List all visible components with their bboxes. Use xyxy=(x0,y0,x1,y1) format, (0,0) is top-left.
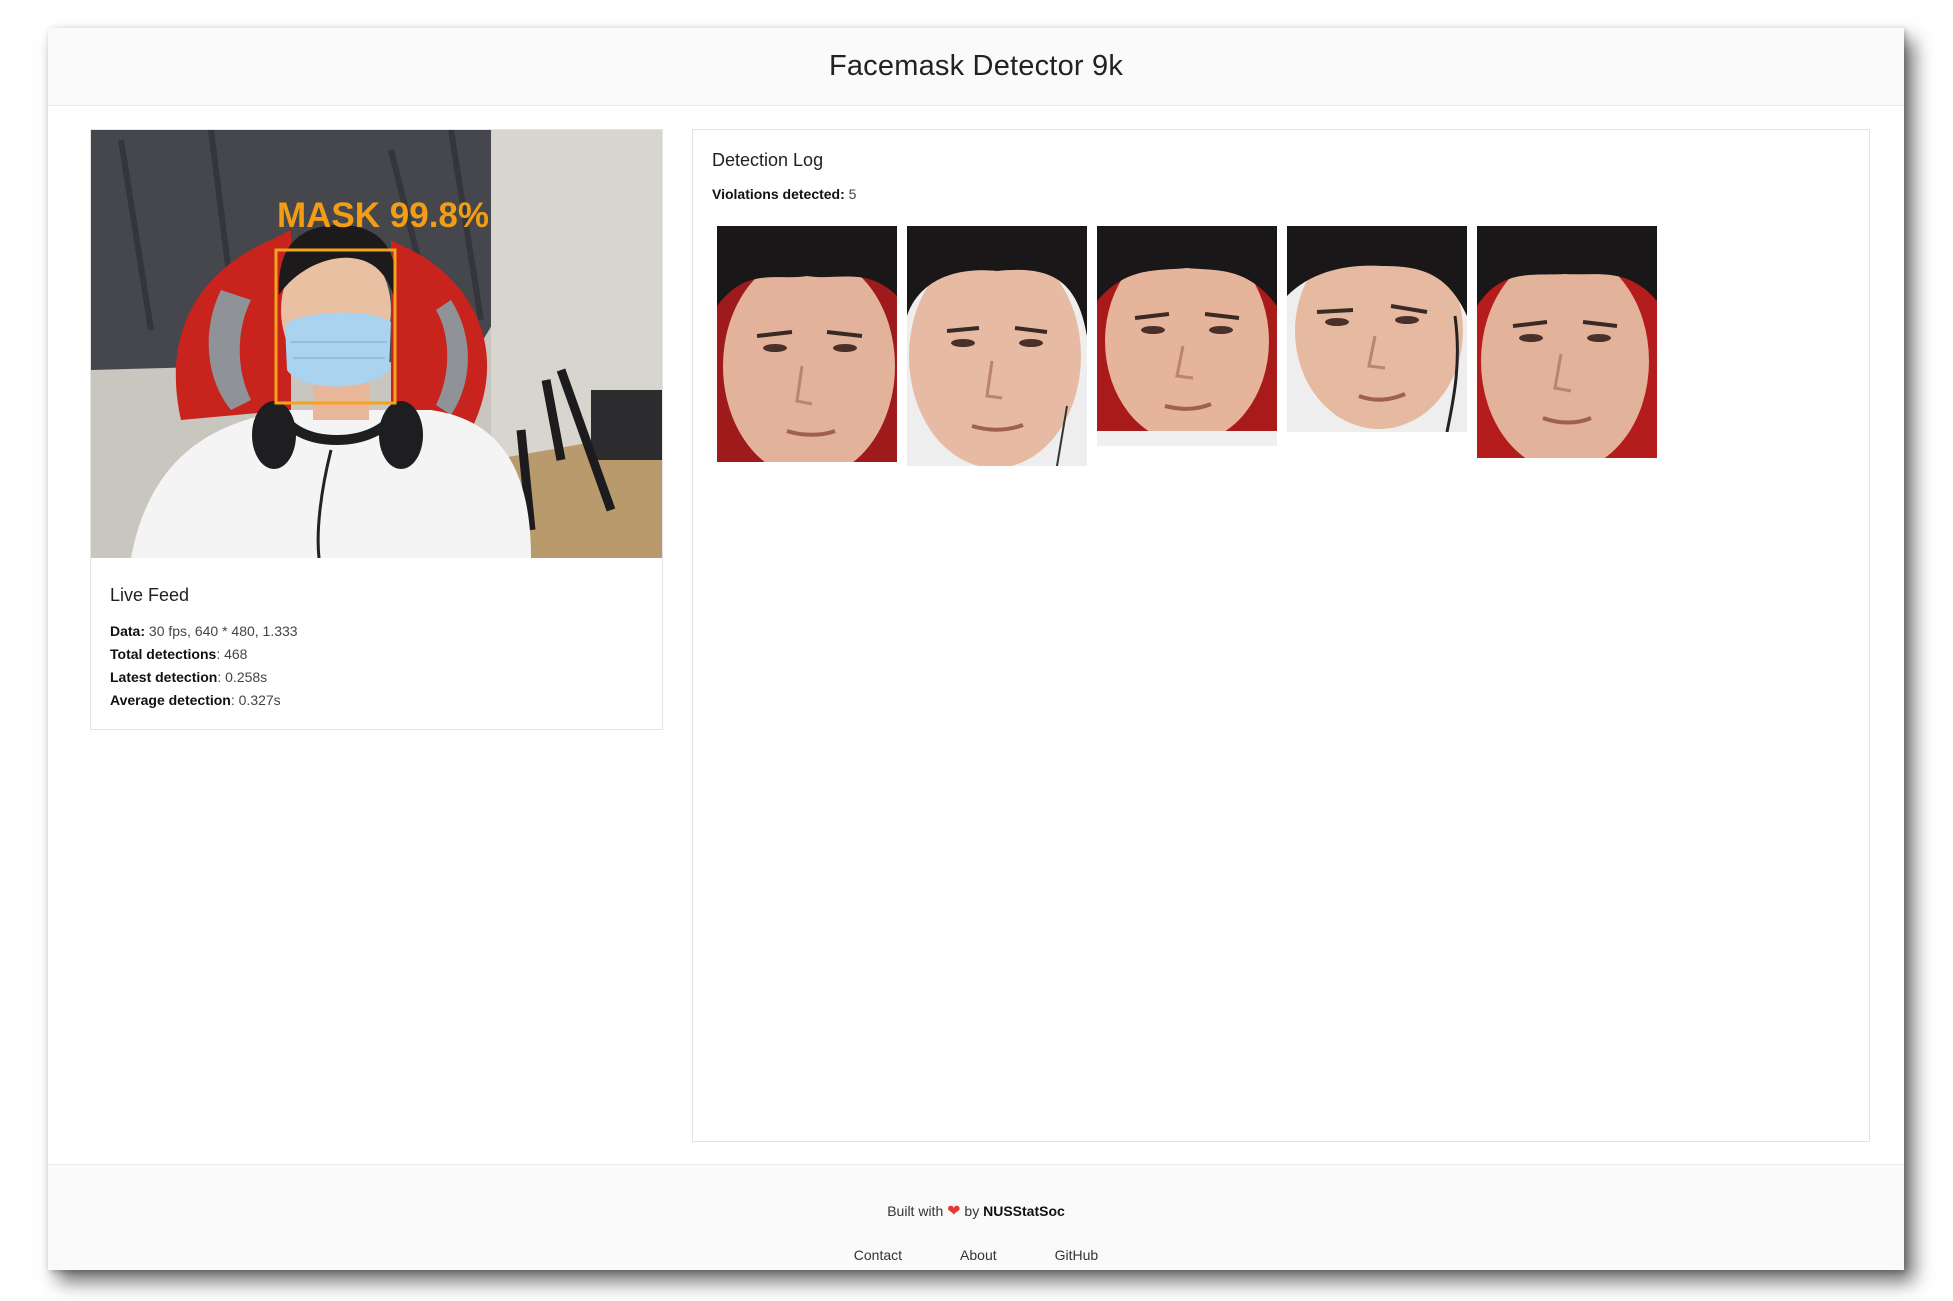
stat-label: Total detections xyxy=(110,646,217,662)
built-with-text: Built with xyxy=(887,1203,944,1219)
detection-log-card: Detection Log Violations detected: 5 xyxy=(692,129,1870,1142)
org-name: NUSStatSoc xyxy=(983,1203,1065,1219)
stat-value: : 468 xyxy=(216,646,248,662)
stat-value: : 0.258s xyxy=(217,669,268,685)
stat-latest-detection: Latest detection: 0.258s xyxy=(110,666,298,689)
violation-thumbnail[interactable] xyxy=(1477,226,1657,458)
stat-total-detections: Total detections: 468 xyxy=(110,643,298,666)
heart-icon: ❤ xyxy=(947,1203,961,1220)
stat-label: Average detection xyxy=(110,692,231,708)
violation-thumbnail[interactable] xyxy=(907,226,1087,466)
stat-label: Latest detection xyxy=(110,669,218,685)
detection-log-title: Detection Log xyxy=(712,150,824,170)
stat-value: 30 fps, 640 * 480, 1.333 xyxy=(145,623,298,639)
app-footer: Built with ❤ by NUSStatSoc Contact About… xyxy=(48,1164,1904,1270)
live-feed-card: MASK 99.8% Live Feed Data: 30 fps, 640 *… xyxy=(90,129,663,730)
live-feed-info: Live Feed Data: 30 fps, 640 * 480, 1.333… xyxy=(110,585,298,712)
violations-value: 5 xyxy=(844,186,857,202)
stat-label: Data: xyxy=(110,623,146,639)
built-with-credit: Built with ❤ by NUSStatSoc xyxy=(48,1201,1904,1221)
violation-thumbnail[interactable] xyxy=(717,226,897,462)
app-window: Facemask Detector 9k MASK 99.8% Live Fee… xyxy=(48,28,1904,1270)
violation-thumbnails xyxy=(717,226,1657,466)
violations-label: Violations detected: xyxy=(712,186,845,202)
footer-links: Contact About GitHub xyxy=(48,1247,1904,1263)
stat-average-detection: Average detection: 0.327s xyxy=(110,689,298,712)
page-title: Facemask Detector 9k xyxy=(828,50,1124,82)
footer-link-contact[interactable]: Contact xyxy=(854,1247,902,1263)
built-by-text: by xyxy=(964,1203,980,1219)
violations-count: Violations detected: 5 xyxy=(712,186,856,202)
stat-value: : 0.327s xyxy=(230,692,281,708)
stat-data: Data: 30 fps, 640 * 480, 1.333 xyxy=(110,620,298,643)
violation-thumbnail[interactable] xyxy=(1287,226,1467,432)
footer-link-about[interactable]: About xyxy=(960,1247,997,1263)
violation-thumbnail[interactable] xyxy=(1097,226,1277,446)
footer-link-github[interactable]: GitHub xyxy=(1055,1247,1099,1263)
app-header: Facemask Detector 9k xyxy=(48,28,1904,106)
detection-overlay-label: MASK 99.8% xyxy=(277,196,490,235)
live-feed-video: MASK 99.8% xyxy=(91,130,662,558)
live-feed-title: Live Feed xyxy=(110,585,190,605)
